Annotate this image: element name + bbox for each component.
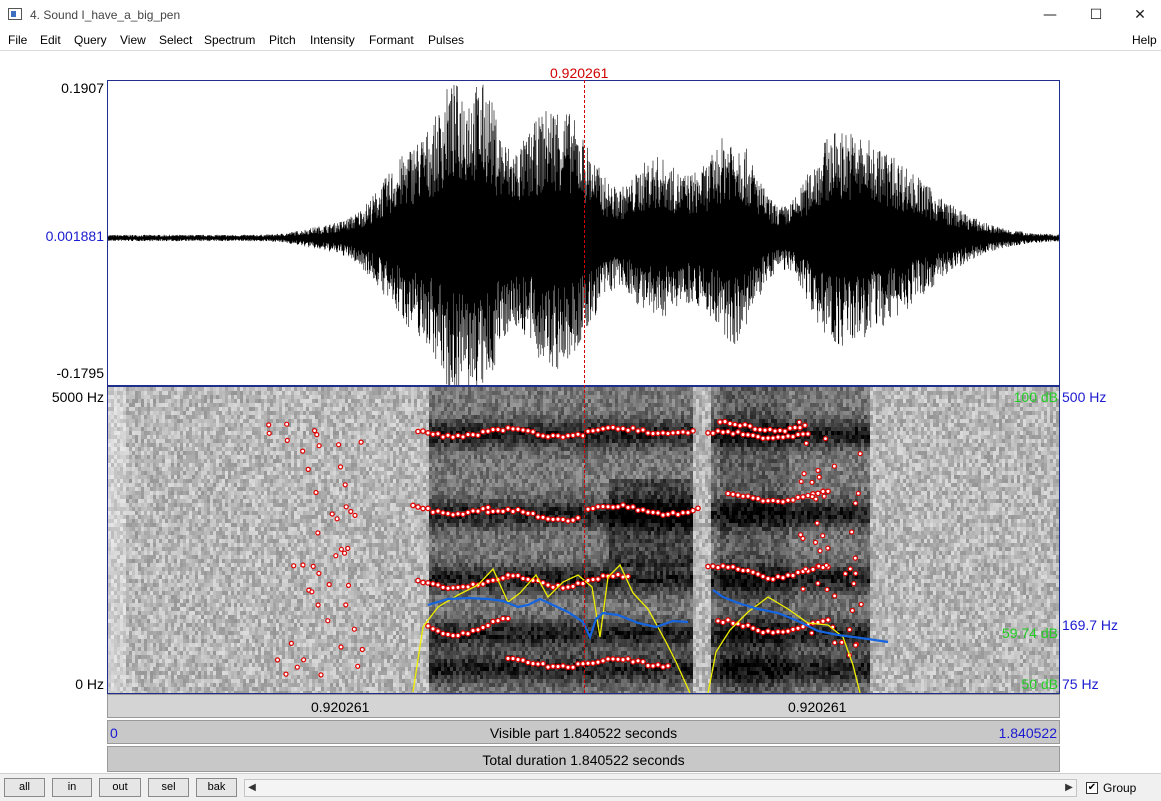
- menu-formant[interactable]: Formant: [369, 33, 414, 47]
- app-icon: [8, 8, 22, 20]
- time-scrollbar[interactable]: [244, 779, 1077, 797]
- intensity-bottom-label: 50 dB: [990, 676, 1058, 692]
- total-duration-text: Total duration 1.840522 seconds: [108, 752, 1059, 768]
- group-checkbox[interactable]: ✔: [1086, 782, 1098, 794]
- pitch-current-label: 169.7 Hz: [1062, 617, 1118, 633]
- menu-edit[interactable]: Edit: [40, 33, 61, 47]
- scroll-left-icon[interactable]: ◀: [245, 779, 259, 797]
- zoom-back-button[interactable]: bak: [196, 778, 237, 797]
- menu-bar: File Edit Query View Select Spectrum Pit…: [0, 30, 1161, 50]
- freq-top-label: 5000 Hz: [20, 389, 104, 405]
- maximize-button[interactable]: ☐: [1073, 0, 1119, 30]
- menu-file[interactable]: File: [8, 33, 27, 47]
- visible-end-label: 1.840522: [999, 725, 1057, 741]
- waveform-max-label: 0.1907: [20, 80, 104, 96]
- visible-part-text: Visible part 1.840522 seconds: [108, 725, 1059, 741]
- waveform-panel[interactable]: [107, 80, 1060, 386]
- minimize-button[interactable]: —: [1027, 0, 1073, 30]
- zoom-in-button[interactable]: in: [52, 778, 92, 797]
- pitch-top-label: 500 Hz: [1062, 389, 1106, 405]
- pitch-bottom-label: 75 Hz: [1062, 676, 1099, 692]
- total-duration-bar[interactable]: Total duration 1.840522 seconds: [107, 746, 1060, 772]
- menu-help[interactable]: Help: [1132, 33, 1157, 47]
- spectrogram-panel[interactable]: [107, 386, 1060, 694]
- title-bar: 4. Sound I_have_a_big_pen — ☐ ✕: [0, 0, 1161, 30]
- group-label: Group: [1103, 781, 1136, 795]
- menu-view[interactable]: View: [120, 33, 146, 47]
- menu-pitch[interactable]: Pitch: [269, 33, 296, 47]
- waveform-zero-label: 0.001881: [10, 228, 104, 244]
- all-button[interactable]: all: [4, 778, 45, 797]
- spectrogram-plot: [108, 387, 1059, 693]
- menu-spectrum[interactable]: Spectrum: [204, 33, 255, 47]
- menu-pulses[interactable]: Pulses: [428, 33, 464, 47]
- bottom-toolbar: all in out sel bak ◀ ▶ ✔ Group: [0, 773, 1161, 801]
- freq-bottom-label: 0 Hz: [20, 676, 104, 692]
- intensity-top-label: 100 dB: [990, 389, 1058, 405]
- zoom-selection-button[interactable]: sel: [148, 778, 189, 797]
- visible-part-bar[interactable]: 0 Visible part 1.840522 seconds 1.840522: [107, 720, 1060, 744]
- zoom-out-button[interactable]: out: [99, 778, 141, 797]
- time-bar-left-label: 0.920261: [311, 699, 369, 715]
- time-bar-right-label: 0.920261: [788, 699, 846, 715]
- menu-intensity[interactable]: Intensity: [310, 33, 355, 47]
- spectrogram-texture: [108, 387, 1059, 693]
- menu-query[interactable]: Query: [74, 33, 107, 47]
- intensity-current-label: 59.74 dB: [990, 625, 1058, 641]
- waveform-min-label: -0.1795: [20, 365, 104, 381]
- window-title: 4. Sound I_have_a_big_pen: [30, 8, 180, 22]
- waveform-plot: [108, 84, 1059, 385]
- menu-select[interactable]: Select: [159, 33, 192, 47]
- cursor-time-bar[interactable]: 0.920261 0.920261: [107, 694, 1060, 718]
- waveform-trace: [108, 84, 1059, 385]
- cursor-time-label: 0.920261: [550, 65, 608, 81]
- scroll-right-icon[interactable]: ▶: [1062, 779, 1076, 797]
- close-button[interactable]: ✕: [1117, 0, 1161, 30]
